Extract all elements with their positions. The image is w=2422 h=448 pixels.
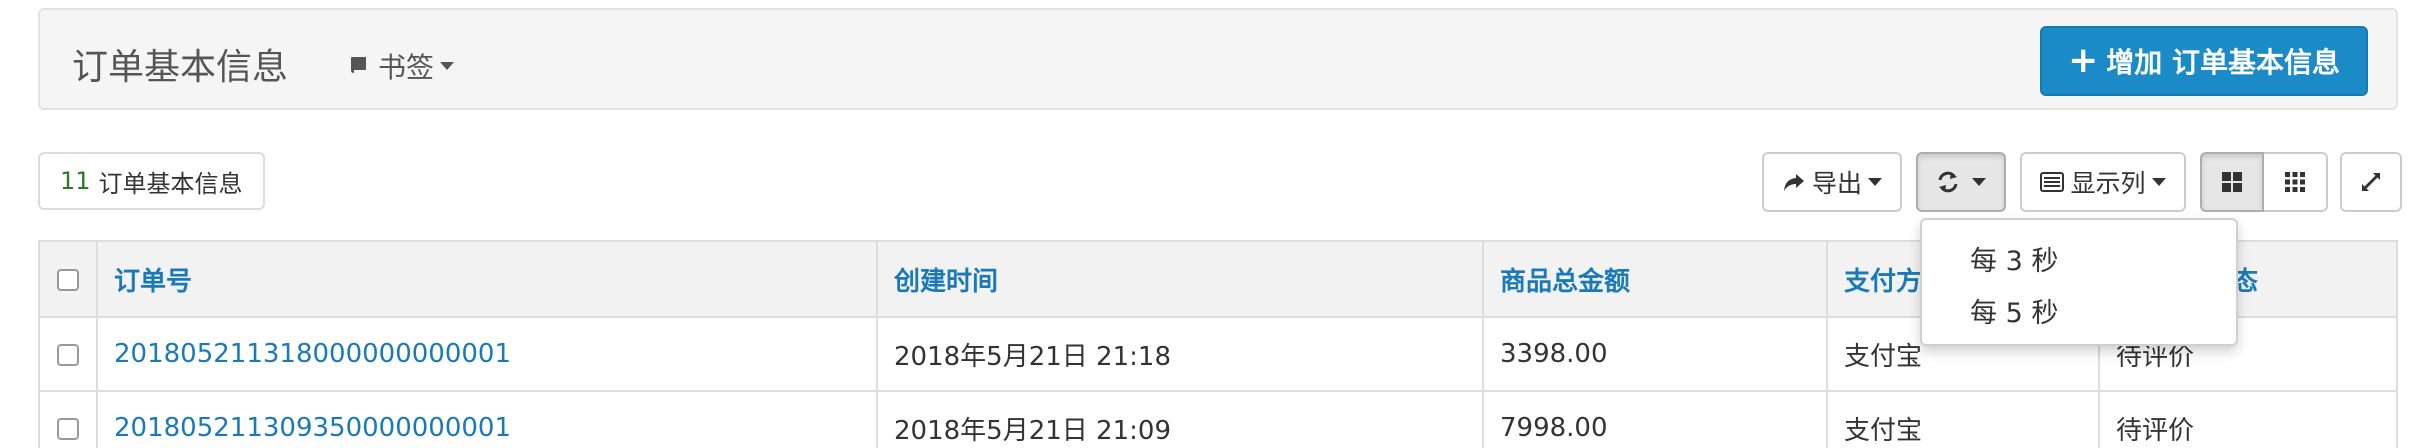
add-order-button[interactable]: + 增加 订单基本信息: [2040, 26, 2368, 96]
expand-icon: [2362, 173, 2380, 191]
auto-refresh-button[interactable]: [1916, 152, 2006, 212]
created-time: 2018年5月21日 21:18: [876, 316, 1484, 392]
refresh-interval-menu: 每 3 秒 每 5 秒: [1920, 218, 2238, 346]
total-amount: 7998.00: [1482, 390, 1828, 448]
refresh-icon: [1938, 171, 1958, 193]
order-status: 待评价: [2098, 390, 2398, 448]
select-all-checkbox[interactable]: [57, 268, 79, 291]
page-title: 订单基本信息: [72, 47, 289, 88]
add-order-label: 增加 订单基本信息: [2106, 46, 2340, 79]
grid-view-button[interactable]: [2264, 152, 2328, 212]
bookmark-label: 书签: [378, 51, 435, 84]
column-header-amount[interactable]: 商品总金额: [1482, 240, 1828, 318]
count-number: 11: [60, 167, 91, 195]
export-button[interactable]: 导出: [1762, 152, 1902, 212]
fullscreen-button[interactable]: [2340, 152, 2402, 212]
created-time: 2018年5月21日 21:09: [876, 390, 1484, 448]
count-label: 订单基本信息: [98, 169, 243, 198]
caret-down-icon: [1868, 178, 1882, 186]
row-checkbox[interactable]: [57, 343, 79, 366]
refresh-every-5s[interactable]: 每 5 秒: [1922, 284, 2236, 336]
row-checkbox[interactable]: [57, 417, 79, 440]
order-number-link[interactable]: 201805211318000000000001: [114, 339, 511, 369]
bookmark-dropdown[interactable]: 书签: [348, 46, 455, 86]
plus-icon: +: [2068, 40, 2099, 81]
column-header-order-no[interactable]: 订单号: [96, 240, 878, 318]
table-row: 201805211309350000000001 2018年5月21日 21:0…: [38, 390, 2398, 448]
payment-method: 支付宝: [1826, 390, 2100, 448]
th-large-icon: [2222, 172, 2242, 192]
book-icon: [351, 57, 366, 73]
columns-button[interactable]: 显示列: [2020, 152, 2186, 212]
total-amount: 3398.00: [1482, 316, 1828, 392]
card-view-button[interactable]: [2200, 152, 2264, 212]
column-header-created[interactable]: 创建时间: [876, 240, 1484, 318]
export-label: 导出: [1811, 169, 1862, 198]
header-panel: 订单基本信息 书签 + 增加 订单基本信息: [38, 8, 2398, 110]
caret-down-icon: [1972, 178, 1986, 186]
refresh-every-3s[interactable]: 每 3 秒: [1922, 232, 2236, 284]
share-icon: [1783, 174, 1804, 191]
caret-down-icon: [2151, 178, 2166, 186]
caret-down-icon: [440, 62, 455, 70]
order-number-link[interactable]: 201805211309350000000001: [114, 413, 511, 443]
list-icon: [2040, 172, 2065, 192]
columns-label: 显示列: [2070, 169, 2146, 198]
record-count: 11 订单基本信息: [38, 152, 265, 210]
th-icon: [2285, 172, 2305, 192]
